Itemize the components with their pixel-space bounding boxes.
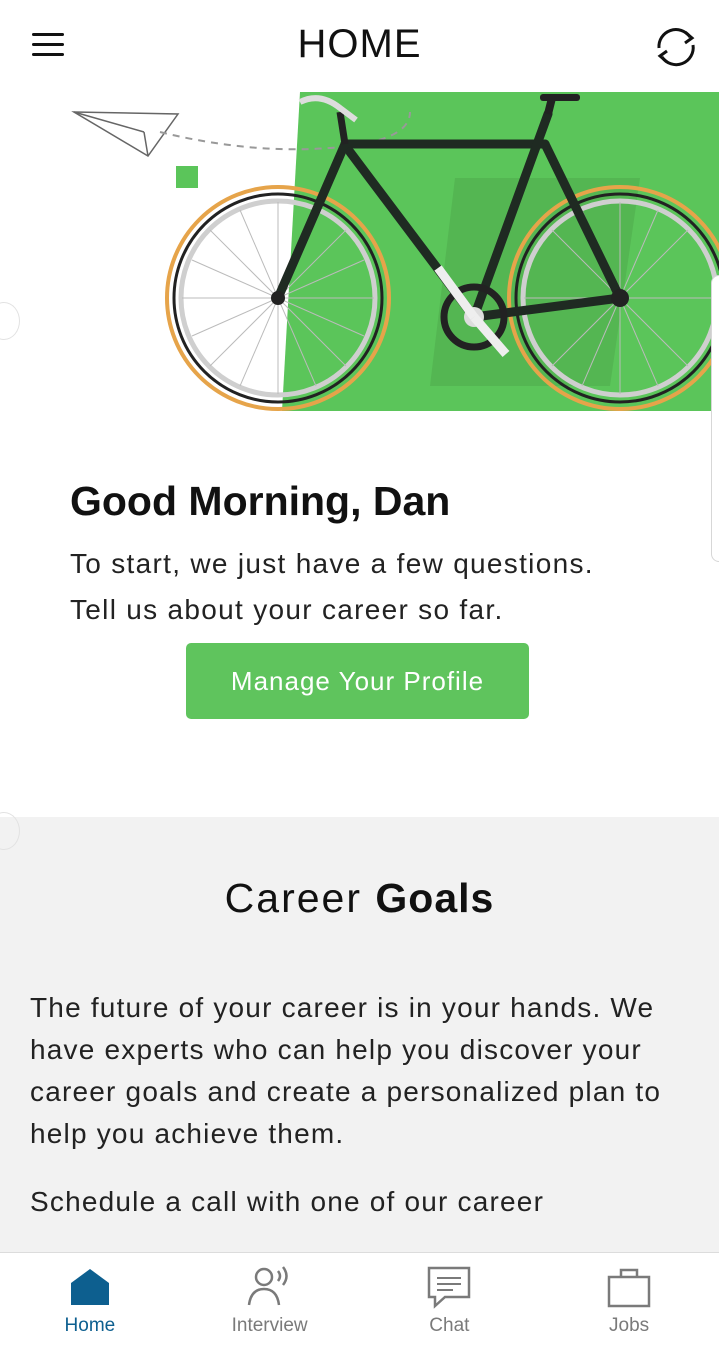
- career-goals-body: The future of your career is in your han…: [30, 987, 680, 1249]
- career-goals-title-bold: Goals: [375, 875, 495, 921]
- career-goals-paragraph-2: Schedule a call with one of our career: [30, 1186, 545, 1217]
- briefcase-icon: [607, 1268, 651, 1308]
- page-title: HOME: [297, 22, 422, 66]
- career-goals-title: Career Goals: [0, 875, 719, 922]
- intro-line-1: To start, we just have a few questions.: [70, 548, 594, 579]
- career-goals-section: Career Goals The future of your career i…: [0, 817, 719, 1257]
- side-drawer-handle[interactable]: [711, 275, 719, 562]
- app-header: HOME: [0, 0, 719, 92]
- tab-chat-label: Chat: [429, 1315, 470, 1336]
- greeting-title: Good Morning, Dan: [70, 478, 451, 524]
- tab-jobs[interactable]: Jobs: [539, 1253, 719, 1352]
- intro-line-2: Tell us about your career so far.: [70, 594, 504, 625]
- intro-text: To start, we just have a few questions. …: [70, 541, 700, 633]
- manage-profile-button[interactable]: Manage Your Profile: [186, 643, 529, 719]
- tab-interview-label: Interview: [231, 1315, 308, 1336]
- tab-home[interactable]: Home: [0, 1253, 180, 1352]
- tab-home-label: Home: [64, 1315, 116, 1336]
- bottom-tab-bar: Home Interview Chat Jobs: [0, 1252, 719, 1352]
- refresh-icon[interactable]: [652, 24, 700, 68]
- tab-jobs-label: Jobs: [609, 1315, 650, 1336]
- interview-icon: [247, 1266, 288, 1306]
- tab-chat[interactable]: Chat: [360, 1253, 540, 1352]
- chat-icon: [428, 1266, 471, 1309]
- home-icon: [70, 1269, 109, 1305]
- hero-bicycle-image: [0, 92, 719, 422]
- career-goals-paragraph-1: The future of your career is in your han…: [30, 992, 662, 1149]
- career-goals-title-light: Career: [224, 875, 362, 921]
- tab-interview[interactable]: Interview: [180, 1253, 360, 1352]
